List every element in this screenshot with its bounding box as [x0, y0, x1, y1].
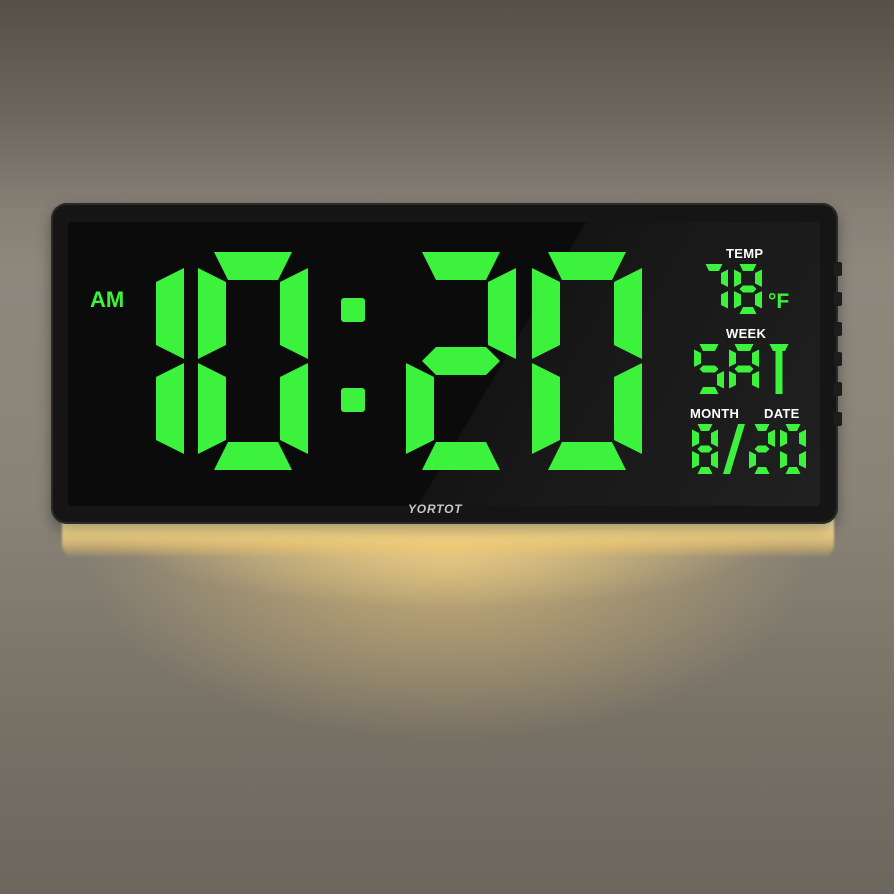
segment-e	[749, 451, 756, 469]
segment-d	[422, 442, 500, 470]
am-pm-indicator: AM	[90, 287, 125, 312]
time-display: 10	[156, 252, 642, 470]
segment-g	[422, 347, 500, 375]
segment-e	[406, 363, 434, 454]
segment-a	[699, 344, 719, 351]
segment-d	[739, 307, 757, 314]
segment-g	[699, 365, 719, 373]
segment-a	[705, 264, 723, 271]
colon-dot	[341, 388, 365, 412]
week-label: WEEK	[726, 326, 767, 341]
side-button-group	[834, 262, 844, 462]
side-button[interactable]	[834, 412, 842, 426]
segment-b	[799, 429, 806, 447]
weekday-char	[729, 344, 759, 389]
hour-digit-2	[198, 252, 308, 470]
weekday-char	[769, 344, 789, 394]
segment-b	[488, 268, 516, 359]
segment-f	[734, 269, 741, 287]
segment-c	[711, 451, 718, 469]
segment-f	[532, 268, 560, 359]
date-digit	[780, 424, 806, 474]
segment-g	[739, 285, 757, 293]
segment-e	[734, 291, 741, 309]
date-digit	[692, 424, 718, 474]
temp-value	[705, 264, 762, 314]
date-label: DATE	[764, 406, 800, 421]
temp-unit: °F	[768, 290, 790, 313]
segment-a	[754, 424, 770, 431]
segment-a	[214, 252, 292, 280]
segment-f	[780, 429, 787, 447]
segment-b	[711, 429, 718, 447]
segment-c	[721, 291, 728, 309]
hour-digit-1	[156, 268, 184, 454]
segment-b	[721, 269, 728, 287]
colon-dot	[341, 298, 365, 322]
segment-c	[614, 363, 642, 454]
segment-g	[734, 365, 754, 373]
segment-a	[739, 264, 757, 271]
segment-d	[548, 442, 626, 470]
segment-a	[422, 252, 500, 280]
segment-b	[768, 429, 775, 447]
segment-c	[156, 363, 184, 454]
temp-label: TEMP	[726, 246, 764, 261]
segment-e	[729, 371, 736, 389]
weekday-value	[694, 344, 789, 394]
segment-d	[699, 387, 719, 394]
segment-a	[734, 344, 754, 351]
temp-digit	[734, 264, 762, 314]
segment-d	[785, 467, 801, 474]
segment-b	[755, 269, 762, 287]
wall-background	[0, 0, 894, 210]
night-light-strip	[62, 518, 834, 558]
segment-c	[752, 371, 759, 389]
segment-f	[694, 349, 701, 367]
month-date-value	[692, 424, 806, 474]
segment-f	[198, 268, 226, 359]
temp-digit	[705, 264, 728, 309]
segment-c	[799, 451, 806, 469]
segment-d	[214, 442, 292, 470]
segment-b	[614, 268, 642, 359]
weekday-char	[694, 344, 724, 394]
date-digit	[749, 424, 775, 474]
slash-char	[723, 424, 745, 474]
segment-f	[729, 349, 736, 367]
segment-c	[755, 291, 762, 309]
segment-e	[532, 363, 560, 454]
side-button[interactable]	[834, 292, 842, 306]
segment-d	[754, 467, 770, 474]
segment-stem	[775, 351, 783, 394]
segment-c	[717, 371, 724, 389]
segment-e	[780, 451, 787, 469]
segment-g	[697, 445, 713, 453]
segment-e	[692, 451, 699, 469]
side-button[interactable]	[834, 262, 842, 276]
segment-f	[692, 429, 699, 447]
side-button[interactable]	[834, 382, 842, 396]
segment-b	[156, 268, 184, 359]
segment-c	[280, 363, 308, 454]
segment-a	[769, 344, 789, 351]
brand-logo: YORTOT	[408, 502, 463, 516]
month-label: MONTH	[690, 406, 740, 421]
segment-d	[697, 467, 713, 474]
minute-digit-2	[532, 252, 642, 470]
segment-g	[754, 445, 770, 453]
minute-digit-1	[406, 252, 516, 470]
segment-b	[280, 268, 308, 359]
segment-a	[548, 252, 626, 280]
side-button[interactable]	[834, 352, 842, 366]
side-button[interactable]	[834, 322, 842, 336]
segment-b	[752, 349, 759, 367]
segment-e	[198, 363, 226, 454]
segment-a	[697, 424, 713, 431]
segment-a	[785, 424, 801, 431]
